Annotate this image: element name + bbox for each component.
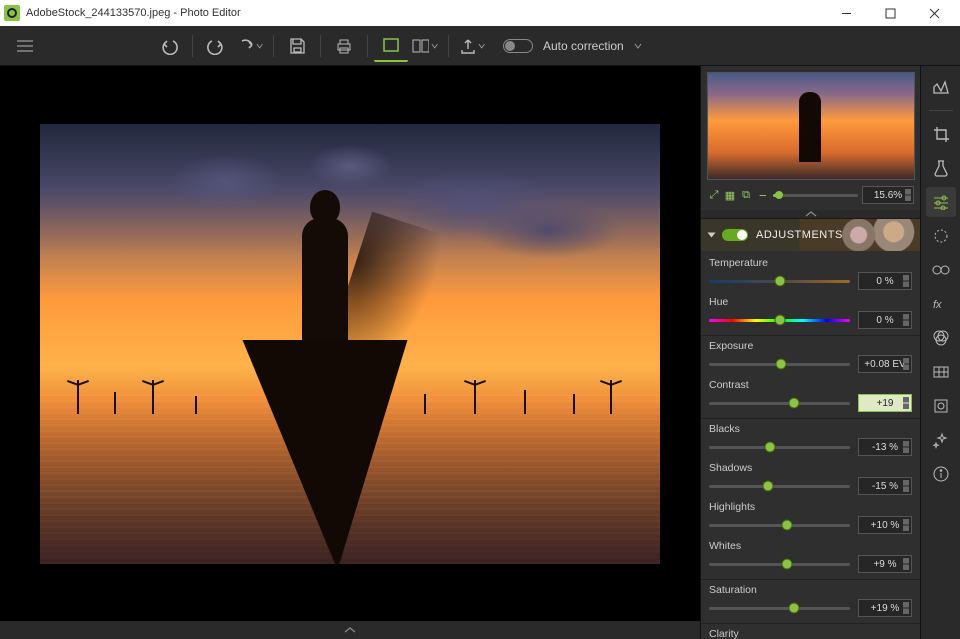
slider-value[interactable]: +9 %: [858, 555, 912, 573]
zoom-control: ⤢ ▦ ⧉ − 15.6%: [701, 182, 920, 210]
slider-whites: Whites +9 %: [701, 538, 920, 577]
zoom-value[interactable]: 15.6%: [862, 186, 914, 204]
zoom-slider[interactable]: [773, 194, 858, 197]
slider-label: Whites: [709, 540, 912, 552]
adjustments-title: ADJUSTMENTS: [756, 229, 843, 241]
properties-panel: ⤢ ▦ ⧉ − 15.6% ADJUSTMENTS Temperature 0 %…: [700, 66, 920, 639]
slider-track[interactable]: [709, 563, 850, 566]
undo-button[interactable]: [152, 30, 186, 62]
auto-correction-control[interactable]: Auto correction: [503, 39, 642, 53]
slider-label: Shadows: [709, 462, 912, 474]
slider-label: Clarity: [709, 628, 912, 639]
zoom-100-icon[interactable]: ▦: [723, 188, 737, 202]
navigator-panel: [701, 66, 920, 182]
frame-tool[interactable]: [926, 391, 956, 421]
canvas-collapse-bar[interactable]: [0, 621, 700, 639]
save-button[interactable]: [280, 30, 314, 62]
zoom-out-icon[interactable]: −: [757, 188, 769, 203]
slider-clarity: Clarity0 %: [701, 626, 920, 639]
slider-track[interactable]: [709, 319, 850, 322]
print-button[interactable]: [327, 30, 361, 62]
window-maximize-button[interactable]: [868, 0, 912, 26]
window-titlebar: AdobeStock_244133570.jpeg - Photo Editor: [0, 0, 960, 26]
window-title: AdobeStock_244133570.jpeg - Photo Editor: [26, 7, 824, 19]
slider-label: Highlights: [709, 501, 912, 513]
histogram-tool[interactable]: [926, 72, 956, 102]
slider-label: Temperature: [709, 257, 912, 269]
adjustments-panel-header[interactable]: ADJUSTMENTS: [701, 219, 920, 251]
slider-label: Hue: [709, 296, 912, 308]
lab-tool[interactable]: [926, 153, 956, 183]
zoom-fit-buttons[interactable]: ⤢ ▦ ⧉: [707, 188, 753, 202]
app-icon: [4, 5, 20, 21]
slider-track[interactable]: [709, 524, 850, 527]
redo-forward-button[interactable]: [233, 30, 267, 62]
share-button[interactable]: [455, 30, 489, 62]
photo-canvas[interactable]: [40, 124, 660, 564]
slider-hue: Hue 0 %: [701, 294, 920, 333]
compare-view-button[interactable]: [408, 30, 442, 62]
selection-tool[interactable]: [926, 221, 956, 251]
adjustments-tool[interactable]: [926, 187, 956, 217]
window-close-button[interactable]: [912, 0, 956, 26]
slider-value[interactable]: +19: [858, 394, 912, 412]
slider-exposure: Exposure +0.08 EV: [701, 338, 920, 377]
auto-correction-label: Auto correction: [543, 39, 624, 53]
grid-tool[interactable]: [926, 357, 956, 387]
window-minimize-button[interactable]: [824, 0, 868, 26]
expand-icon: [708, 233, 716, 238]
main-toolbar: Auto correction: [0, 26, 960, 66]
slider-track[interactable]: [709, 363, 850, 366]
slider-label: Saturation: [709, 584, 912, 596]
svg-text:fx: fx: [933, 299, 942, 311]
tool-rail: fx: [920, 66, 960, 639]
zoom-actual-icon[interactable]: ⧉: [739, 188, 753, 202]
redo-button[interactable]: [199, 30, 233, 62]
slider-value[interactable]: +0.08 EV: [858, 355, 912, 373]
fx-tool[interactable]: fx: [926, 289, 956, 319]
zoom-fit-icon[interactable]: ⤢: [707, 188, 721, 202]
slider-value[interactable]: +19 %: [858, 599, 912, 617]
menu-button[interactable]: [8, 30, 42, 62]
slider-track[interactable]: [709, 607, 850, 610]
crop-tool[interactable]: [926, 119, 956, 149]
slider-shadows: Shadows -15 %: [701, 460, 920, 499]
adjustments-toggle[interactable]: [722, 229, 748, 241]
slider-label: Contrast: [709, 379, 912, 391]
slider-blacks: Blacks -13 %: [701, 421, 920, 460]
canvas-area: [0, 66, 700, 639]
slider-highlights: Highlights +10 %: [701, 499, 920, 538]
single-view-button[interactable]: [374, 30, 408, 62]
slider-value[interactable]: 0 %: [858, 311, 912, 329]
auto-correction-toggle[interactable]: [503, 39, 533, 53]
slider-track[interactable]: [709, 446, 850, 449]
slider-track[interactable]: [709, 485, 850, 488]
slider-value[interactable]: -15 %: [858, 477, 912, 495]
slider-value[interactable]: 0 %: [858, 272, 912, 290]
magic-tool[interactable]: [926, 425, 956, 455]
channels-tool[interactable]: [926, 323, 956, 353]
slider-temperature: Temperature 0 %: [701, 255, 920, 294]
slider-label: Blacks: [709, 423, 912, 435]
slider-saturation: Saturation +19 %: [701, 582, 920, 621]
slider-value[interactable]: -13 %: [858, 438, 912, 456]
info-tool[interactable]: [926, 459, 956, 489]
slider-label: Exposure: [709, 340, 912, 352]
slider-track[interactable]: [709, 402, 850, 405]
slider-value[interactable]: +10 %: [858, 516, 912, 534]
glasses-tool[interactable]: [926, 255, 956, 285]
slider-contrast: Contrast +19: [701, 377, 920, 416]
slider-track[interactable]: [709, 280, 850, 283]
panel-collapse-button[interactable]: [701, 210, 920, 218]
navigator-thumbnail[interactable]: [707, 72, 915, 180]
